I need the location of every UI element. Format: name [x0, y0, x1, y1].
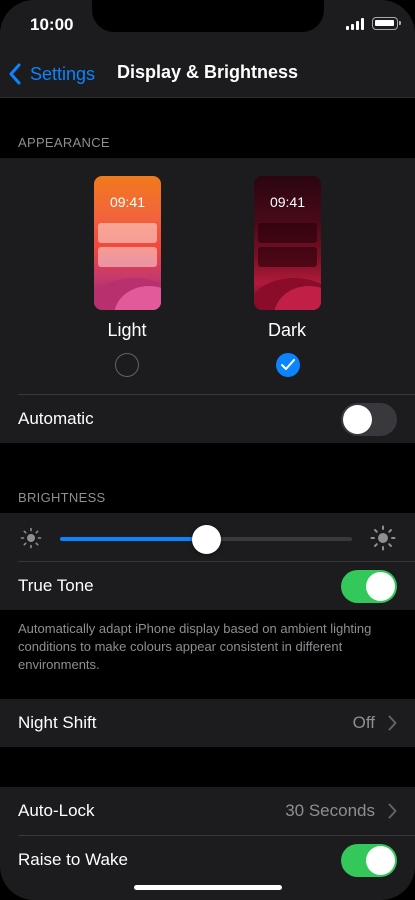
sun-large-icon [370, 525, 396, 551]
checkmark-icon [281, 359, 295, 370]
status-time: 10:00 [30, 15, 74, 34]
raise-to-wake-row: Raise to Wake [0, 836, 415, 884]
dark-preview-time: 09:41 [269, 194, 306, 210]
true-tone-description: Automatically adapt iPhone display based… [18, 621, 372, 672]
preview-card [98, 247, 157, 267]
auto-lock-value: 30 Seconds [285, 801, 375, 820]
dark-mode-preview[interactable]: 09:41 [254, 176, 321, 310]
home-indicator[interactable] [134, 885, 282, 890]
light-mode-label: Light [107, 320, 147, 340]
light-preview-time: 09:41 [109, 194, 146, 210]
chevron-right-icon [388, 715, 397, 731]
lock-group: Auto-Lock 30 Seconds Raise to Wake [0, 787, 415, 900]
auto-lock-label: Auto-Lock [18, 801, 95, 820]
night-shift-value: Off [352, 713, 375, 732]
night-shift-label: Night Shift [18, 713, 97, 732]
signal-icon [346, 18, 366, 30]
appearance-header: APPEARANCE [18, 135, 110, 150]
dark-mode-radio[interactable] [276, 353, 300, 377]
light-mode-preview[interactable]: 09:41 [94, 176, 161, 310]
dark-mode-label: Dark [267, 320, 306, 340]
automatic-label: Automatic [18, 409, 94, 428]
preview-card [98, 223, 157, 243]
true-tone-row: True Tone [0, 562, 415, 610]
battery-icon [372, 17, 401, 30]
toggle-knob [366, 572, 395, 601]
chevron-right-icon [388, 803, 397, 819]
page-title: Display & Brightness [116, 62, 299, 82]
night-shift-group: Night Shift Off [0, 699, 415, 747]
sun-small-icon [20, 527, 42, 549]
light-mode-radio[interactable] [115, 353, 139, 377]
night-shift-row[interactable]: Night Shift Off [0, 699, 415, 747]
navigation-bar: Settings Display & Brightness [0, 50, 415, 98]
notch [92, 0, 324, 32]
raise-to-wake-label: Raise to Wake [18, 850, 128, 869]
brightness-slider-thumb[interactable] [191, 525, 221, 554]
status-bar: 10:00 [0, 0, 415, 50]
automatic-row: Automatic [0, 395, 415, 443]
true-tone-toggle[interactable] [341, 570, 397, 603]
appearance-group: 09:41 Light 09:41 Dark Automatic [0, 158, 415, 443]
brightness-group: True Tone [0, 513, 415, 610]
preview-card [258, 223, 317, 243]
toggle-knob [366, 846, 395, 875]
brightness-slider-fill [60, 537, 206, 541]
true-tone-label: True Tone [18, 576, 94, 595]
raise-to-wake-toggle[interactable] [341, 844, 397, 877]
phone-screen: 10:00 Settings Display & Brightness APPE… [0, 0, 415, 900]
settings-content[interactable]: APPEARANCE 09:41 Light 09:41 Dark Automa… [0, 98, 415, 900]
brightness-header: BRIGHTNESS [18, 490, 106, 505]
automatic-toggle[interactable] [341, 403, 397, 436]
preview-card [258, 247, 317, 267]
toggle-knob [343, 405, 372, 434]
auto-lock-row[interactable]: Auto-Lock 30 Seconds [0, 787, 415, 835]
